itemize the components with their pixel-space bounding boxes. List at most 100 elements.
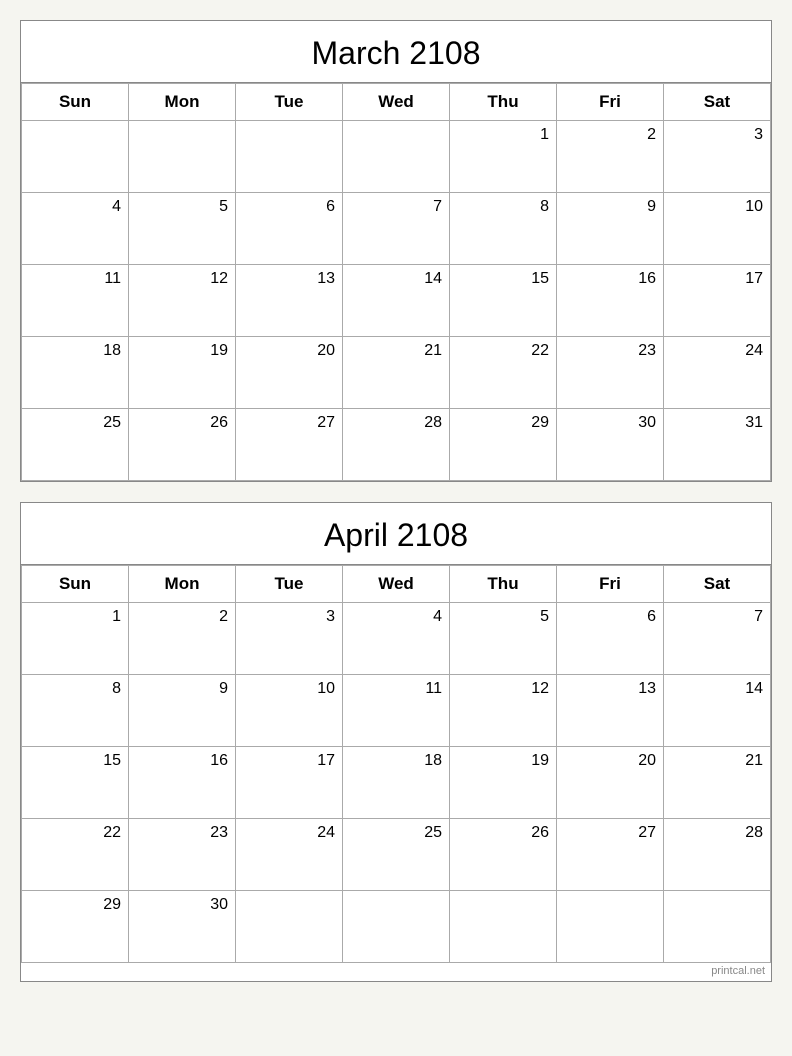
calendar-day: 17 [664,265,771,337]
table-row: 22232425262728 [22,819,771,891]
calendar-day: 25 [22,409,129,481]
calendar-day: 15 [450,265,557,337]
calendar-day: 14 [343,265,450,337]
calendar-day [557,891,664,963]
calendar-day: 27 [236,409,343,481]
calendar-day [236,891,343,963]
march-header-row: Sun Mon Tue Wed Thu Fri Sat [22,84,771,121]
calendar-day [343,891,450,963]
calendar-day: 11 [22,265,129,337]
table-row: 891011121314 [22,675,771,747]
calendar-day: 1 [22,603,129,675]
calendar-day: 24 [236,819,343,891]
calendar-day: 20 [236,337,343,409]
march-header-wed: Wed [343,84,450,121]
march-grid: Sun Mon Tue Wed Thu Fri Sat 123456789101… [21,83,771,481]
calendar-day: 3 [236,603,343,675]
calendar-day: 19 [450,747,557,819]
calendar-day: 12 [129,265,236,337]
table-row: 18192021222324 [22,337,771,409]
april-header-sun: Sun [22,566,129,603]
calendar-day: 13 [236,265,343,337]
april-title: April 2108 [21,503,771,565]
calendar-day: 4 [22,193,129,265]
april-header-wed: Wed [343,566,450,603]
calendar-day: 26 [129,409,236,481]
march-header-sat: Sat [664,84,771,121]
calendar-day: 22 [450,337,557,409]
calendar-day: 20 [557,747,664,819]
april-grid: Sun Mon Tue Wed Thu Fri Sat 123456789101… [21,565,771,963]
march-calendar: March 2108 Sun Mon Tue Wed Thu Fri Sat 1… [20,20,772,482]
calendar-day: 13 [557,675,664,747]
calendar-day: 16 [129,747,236,819]
table-row: 123 [22,121,771,193]
calendar-day: 8 [22,675,129,747]
table-row: 11121314151617 [22,265,771,337]
table-row: 45678910 [22,193,771,265]
calendar-day: 28 [664,819,771,891]
march-header-fri: Fri [557,84,664,121]
calendar-day: 30 [129,891,236,963]
calendar-day: 6 [557,603,664,675]
calendar-day: 11 [343,675,450,747]
april-header-thu: Thu [450,566,557,603]
calendar-day [664,891,771,963]
march-header-mon: Mon [129,84,236,121]
calendar-day: 1 [450,121,557,193]
calendar-day: 16 [557,265,664,337]
calendar-day: 3 [664,121,771,193]
calendar-day: 23 [129,819,236,891]
calendar-day: 5 [450,603,557,675]
calendar-day: 24 [664,337,771,409]
calendar-day: 8 [450,193,557,265]
calendar-day: 29 [450,409,557,481]
calendar-day: 23 [557,337,664,409]
april-calendar: April 2108 Sun Mon Tue Wed Thu Fri Sat 1… [20,502,772,982]
march-body: 1234567891011121314151617181920212223242… [22,121,771,481]
calendar-day: 2 [557,121,664,193]
calendar-day: 28 [343,409,450,481]
april-header-mon: Mon [129,566,236,603]
calendar-day: 4 [343,603,450,675]
calendar-day: 30 [557,409,664,481]
march-header-sun: Sun [22,84,129,121]
table-row: 2930 [22,891,771,963]
calendar-day: 25 [343,819,450,891]
april-body: 1234567891011121314151617181920212223242… [22,603,771,963]
calendar-day [343,121,450,193]
calendar-day: 10 [236,675,343,747]
calendar-day: 26 [450,819,557,891]
april-header-row: Sun Mon Tue Wed Thu Fri Sat [22,566,771,603]
april-header-fri: Fri [557,566,664,603]
calendar-day: 7 [343,193,450,265]
calendar-day [22,121,129,193]
march-title: March 2108 [21,21,771,83]
calendar-day: 18 [22,337,129,409]
watermark: printcal.net [21,963,771,981]
calendar-day: 22 [22,819,129,891]
calendar-day: 17 [236,747,343,819]
calendar-day [236,121,343,193]
table-row: 1234567 [22,603,771,675]
calendar-day: 19 [129,337,236,409]
calendar-day: 10 [664,193,771,265]
calendar-day: 12 [450,675,557,747]
calendar-day: 21 [343,337,450,409]
calendar-day [450,891,557,963]
calendar-day [129,121,236,193]
calendar-day: 6 [236,193,343,265]
table-row: 25262728293031 [22,409,771,481]
calendar-day: 15 [22,747,129,819]
calendar-day: 21 [664,747,771,819]
calendar-day: 9 [129,675,236,747]
calendar-day: 7 [664,603,771,675]
april-header-tue: Tue [236,566,343,603]
table-row: 15161718192021 [22,747,771,819]
march-header-tue: Tue [236,84,343,121]
calendar-day: 9 [557,193,664,265]
calendar-day: 27 [557,819,664,891]
calendar-day: 5 [129,193,236,265]
calendar-day: 29 [22,891,129,963]
calendar-day: 18 [343,747,450,819]
